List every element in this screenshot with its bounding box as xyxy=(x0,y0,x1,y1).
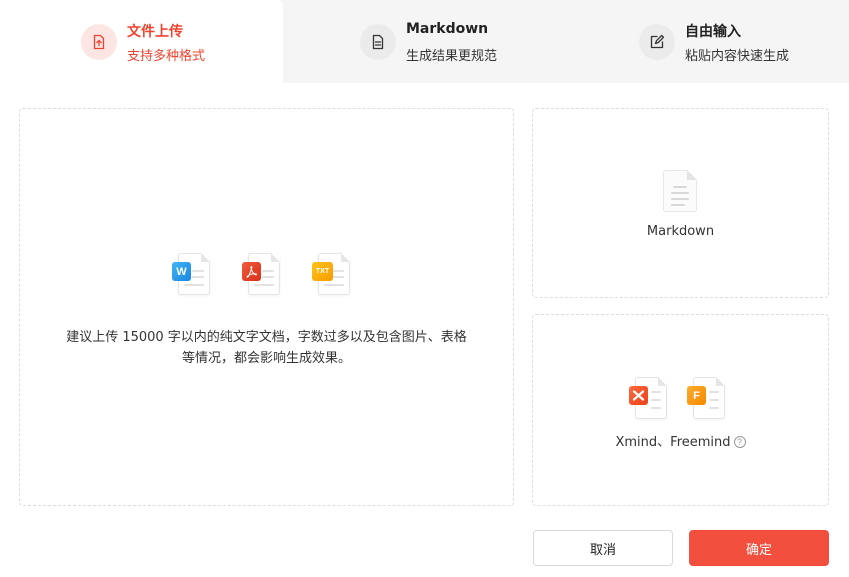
file-badge: W xyxy=(172,262,191,281)
tab-file-upload[interactable]: 文件上传 支持多种格式 xyxy=(0,0,283,83)
confirm-button[interactable]: 确定 xyxy=(689,530,829,566)
document-icon xyxy=(360,24,396,60)
tab-subtitle: 生成结果更规范 xyxy=(406,49,498,64)
tab-subtitle: 支持多种格式 xyxy=(127,49,206,64)
tab-title: Markdown xyxy=(406,21,489,37)
markdown-file-icon xyxy=(661,170,699,214)
supported-mindmap-types: X F xyxy=(629,377,727,421)
word-file-icon: W xyxy=(172,253,212,297)
xmind-file-icon: X xyxy=(629,377,669,421)
pdf-file-icon: pdf xyxy=(242,253,282,297)
tab-title: 自由输入 xyxy=(685,24,741,40)
tab-title: 文件上传 xyxy=(127,24,183,40)
pdf-symbol-icon xyxy=(246,265,258,278)
xmind-symbol-icon xyxy=(632,390,645,401)
help-icon[interactable]: ? xyxy=(733,436,746,448)
cancel-button[interactable]: 取消 xyxy=(533,530,673,566)
tab-subtitle: 粘贴内容快速生成 xyxy=(685,49,790,64)
mindmap-label: Xmind、Freemind? xyxy=(533,431,828,450)
upload-hint: 建议上传 15000 字以内的纯文字文档，字数过多以及包含图片、表格 等情况，都… xyxy=(20,327,513,369)
file-badge: TXT xyxy=(312,262,333,281)
supported-file-types: W pdf TXT xyxy=(172,253,352,297)
upload-file-icon xyxy=(81,24,117,60)
file-badge: X xyxy=(629,386,648,405)
file-badge: pdf xyxy=(242,262,261,281)
edit-icon xyxy=(639,24,675,60)
mindmap-upload-option[interactable]: X F Xmind、Freemind? xyxy=(532,314,829,506)
file-badge: F xyxy=(687,386,706,405)
markdown-upload-option[interactable]: Markdown xyxy=(532,108,829,298)
tab-bar: 文件上传 支持多种格式 Markdown 生成结果更规范 自由输入 粘贴内容快速… xyxy=(0,0,849,83)
txt-file-icon: TXT xyxy=(312,253,352,297)
tab-free-input[interactable]: 自由输入 粘贴内容快速生成 xyxy=(566,0,849,83)
file-upload-dropzone[interactable]: W pdf TXT 建议上传 15000 字以内的纯文字文档，字数过多以及包含图… xyxy=(19,108,514,506)
freemind-file-icon: F xyxy=(687,377,727,421)
upload-hint-line: 建议上传 15000 字以内的纯文字文档，字数过多以及包含图片、表格 xyxy=(66,330,467,345)
tab-markdown[interactable]: Markdown 生成结果更规范 xyxy=(283,0,566,83)
upload-hint-line: 等情况，都会影响生成效果。 xyxy=(181,351,351,366)
mindmap-label-text: Xmind、Freemind xyxy=(615,435,731,450)
markdown-label: Markdown xyxy=(646,224,715,239)
